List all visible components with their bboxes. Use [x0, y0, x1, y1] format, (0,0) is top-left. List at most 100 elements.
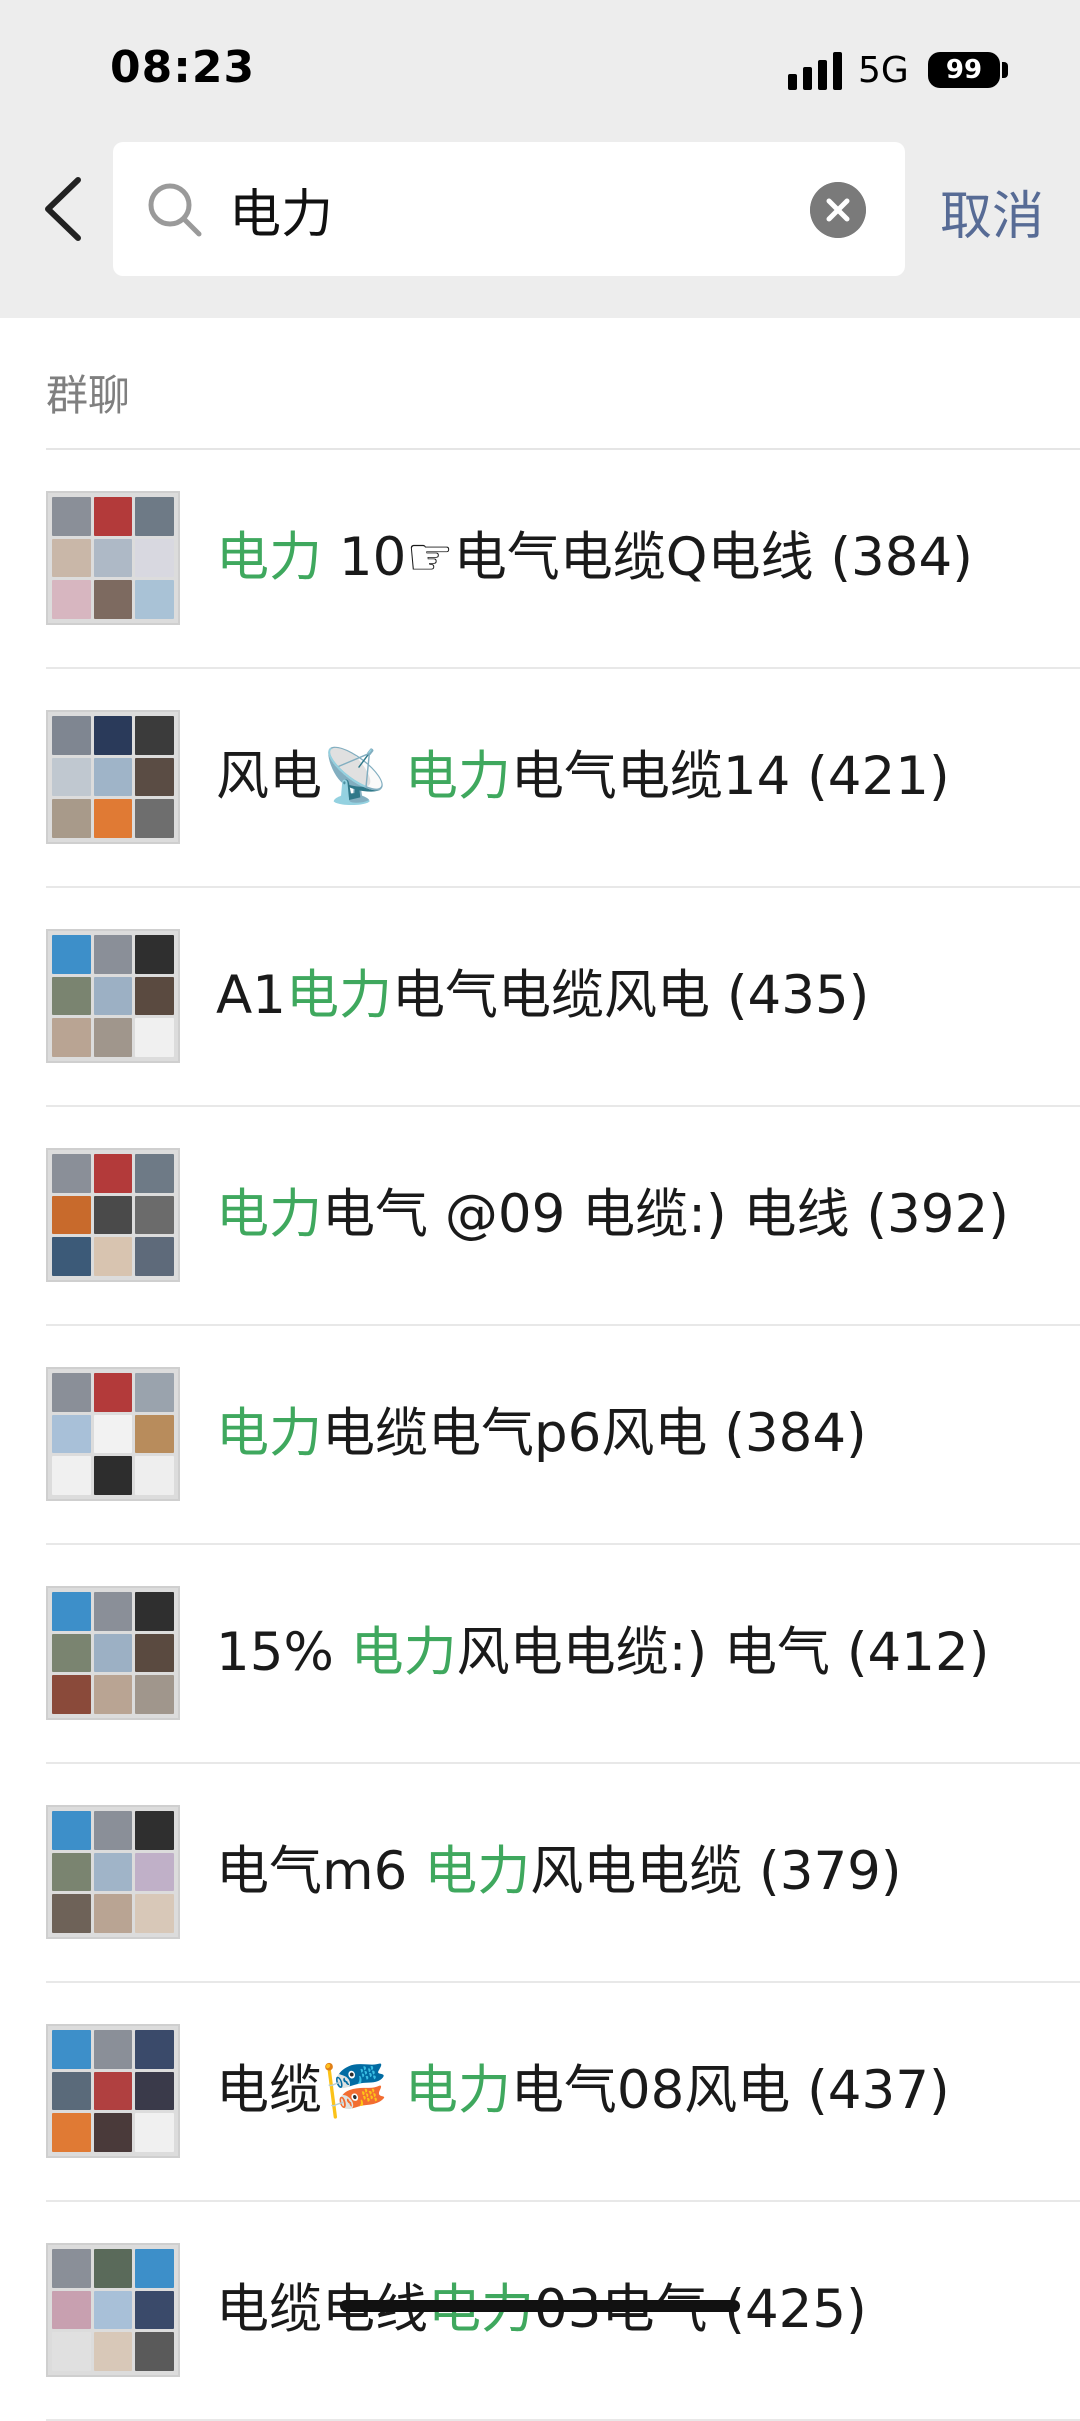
name-suffix: 电气电缆风电 (435): [391, 965, 870, 1026]
group-chat-name: 电力电气 @09 电缆:) 电线 (392): [216, 1183, 1009, 1247]
group-chat-name: 15% 电力风电电缆:) 电气 (412): [216, 1621, 989, 1685]
avatar-tile: [135, 1852, 174, 1892]
avatar-tile: [93, 1195, 133, 1235]
name-suffix: 电缆电气p6风电 (384): [322, 1403, 867, 1464]
avatar-tile: [135, 757, 174, 797]
avatar-tile: [93, 2113, 133, 2152]
clear-icon[interactable]: [810, 182, 866, 238]
signal-bars-icon: [788, 52, 842, 90]
avatar-tile: [93, 1154, 133, 1193]
avatar-tile: [135, 1414, 174, 1454]
avatar-tile: [93, 1592, 133, 1631]
group-avatar-icon: [46, 1367, 180, 1501]
group-avatar-icon: [46, 1148, 180, 1282]
search-input[interactable]: [229, 170, 809, 248]
avatar-tile: [52, 799, 91, 838]
group-avatar-icon: [46, 491, 180, 625]
avatar-tile: [135, 2249, 174, 2288]
avatar-tile: [93, 1373, 133, 1412]
avatar-tile: [135, 1811, 174, 1850]
status-bar: 08:23 5G 99: [0, 0, 1080, 140]
name-highlight-match: 电力: [216, 1403, 322, 1464]
avatar-tile: [52, 757, 91, 797]
group-chat-result-item[interactable]: 电力电缆电气p6风电 (384): [0, 1326, 1080, 1545]
name-highlight-match: 电力: [216, 1184, 322, 1245]
group-chat-result-item[interactable]: 电缆🎏 电力电气08风电 (437): [0, 1983, 1080, 2202]
cancel-button[interactable]: 取消: [940, 174, 1044, 249]
group-avatar-icon: [46, 2243, 180, 2377]
avatar-tile: [93, 1811, 133, 1850]
group-chat-result-item[interactable]: 电气m6 电力风电电缆 (379): [0, 1764, 1080, 1983]
avatar-tile: [93, 1852, 133, 1892]
name-prefix: 电缆🎏: [216, 2060, 405, 2121]
avatar-tile: [93, 1456, 133, 1495]
avatar-tile: [135, 716, 174, 755]
avatar-tile: [52, 497, 91, 536]
avatar-tile: [52, 1456, 91, 1495]
avatar-tile: [52, 1592, 91, 1631]
group-chat-result-list: 电力 10☞电气电缆Q电线 (384) 风电📡 电力电气电缆14 (421) A1电…: [0, 450, 1080, 2421]
search-box[interactable]: [113, 142, 905, 276]
group-chat-result-item[interactable]: 电力电气 @09 电缆:) 电线 (392): [0, 1107, 1080, 1326]
avatar-tile: [52, 716, 91, 755]
avatar-tile: [135, 935, 174, 974]
avatar-tile: [52, 935, 91, 974]
name-suffix: 10☞电气电缆Q电线 (384): [322, 527, 973, 588]
avatar-tile: [93, 1894, 133, 1933]
avatar-tile: [135, 497, 174, 536]
battery-icon: 99: [928, 52, 1000, 88]
group-chat-result-item[interactable]: 15% 电力风电电缆:) 电气 (412): [0, 1545, 1080, 1764]
avatar-tile: [135, 538, 174, 578]
group-chat-result-item[interactable]: 电力 10☞电气电缆Q电线 (384): [0, 450, 1080, 669]
group-avatar-icon: [46, 1805, 180, 1939]
group-avatar-icon: [46, 929, 180, 1063]
avatar-tile: [52, 2290, 91, 2330]
name-prefix: 15%: [216, 1622, 351, 1683]
avatar-tile: [93, 1237, 133, 1276]
back-chevron-icon[interactable]: [38, 172, 88, 246]
avatar-tile: [52, 1852, 91, 1892]
search-icon: [148, 183, 202, 237]
group-chat-name: 电缆🎏 电力电气08风电 (437): [216, 2059, 950, 2123]
avatar-tile: [135, 1675, 174, 1714]
avatar-tile: [135, 1456, 174, 1495]
name-highlight-match: 电力: [424, 1841, 531, 1902]
name-suffix: 风电电缆:) 电气 (412): [456, 1622, 990, 1683]
name-suffix: 电气 @09 电缆:) 电线 (392): [322, 1184, 1009, 1245]
avatar-tile: [52, 1633, 91, 1673]
avatar-tile: [93, 2071, 133, 2111]
search-header: 08:23 5G 99 取消: [0, 0, 1080, 318]
name-prefix: 电气m6: [216, 1841, 425, 1902]
name-suffix: 风电电缆 (379): [530, 1841, 902, 1902]
avatar-tile: [52, 1018, 91, 1057]
avatar-tile: [52, 1811, 91, 1850]
home-indicator: [340, 2300, 740, 2312]
avatar-tile: [52, 2113, 91, 2152]
group-chat-name: 风电📡 电力电气电缆14 (421): [216, 745, 950, 809]
avatar-tile: [135, 2071, 174, 2111]
avatar-tile: [93, 580, 133, 619]
avatar-tile: [135, 2030, 174, 2069]
avatar-tile: [52, 1237, 91, 1276]
name-prefix: A1: [216, 965, 286, 1026]
avatar-tile: [93, 757, 133, 797]
name-suffix: 电气08风电 (437): [510, 2060, 950, 2121]
avatar-tile: [52, 2249, 91, 2288]
avatar-tile: [135, 2332, 174, 2371]
avatar-tile: [52, 1894, 91, 1933]
avatar-tile: [135, 1894, 174, 1933]
avatar-tile: [93, 976, 133, 1016]
avatar-tile: [93, 935, 133, 974]
avatar-tile: [135, 799, 174, 838]
avatar-tile: [52, 580, 91, 619]
avatar-tile: [93, 1414, 133, 1454]
avatar-tile: [52, 2030, 91, 2069]
avatar-tile: [135, 580, 174, 619]
avatar-tile: [93, 1018, 133, 1057]
group-chat-result-item[interactable]: 风电📡 电力电气电缆14 (421): [0, 669, 1080, 888]
name-suffix: 电气电缆14 (421): [510, 746, 950, 807]
avatar-tile: [135, 2113, 174, 2152]
avatar-tile: [52, 1675, 91, 1714]
group-chat-result-item[interactable]: A1电力电气电缆风电 (435): [0, 888, 1080, 1107]
avatar-tile: [135, 1018, 174, 1057]
